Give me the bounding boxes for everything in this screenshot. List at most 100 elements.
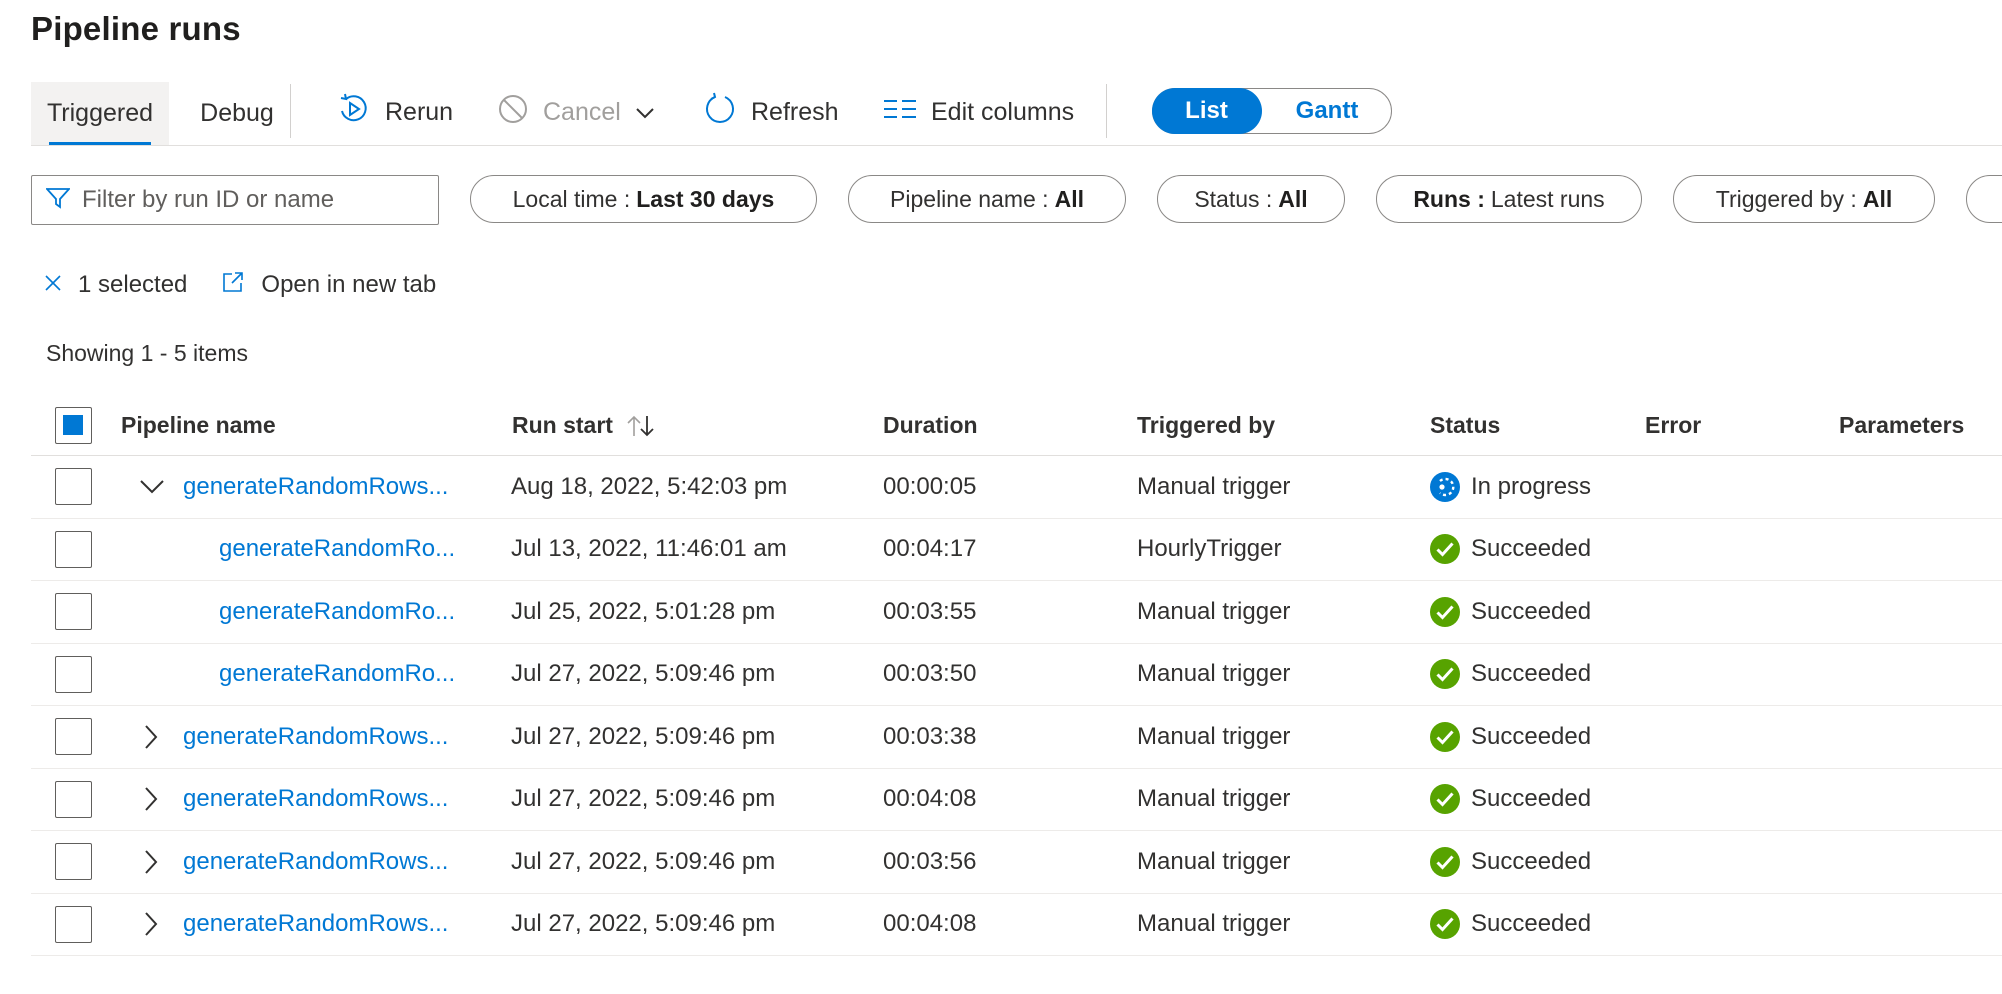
rerun-label: Rerun [385, 97, 454, 126]
gantt-view-option[interactable]: Gantt [1263, 88, 1391, 134]
table-row[interactable]: generateRandomRo... Jul 25, 2022, 5:01:2… [31, 581, 2002, 644]
pipeline-name-link[interactable]: generateRandomRows... [183, 769, 448, 831]
page-title: Pipeline runs [31, 10, 241, 47]
toolbar: Triggered Debug Rerun Cancel Refresh Edi… [31, 82, 2002, 146]
duration-cell: 00:00:05 [883, 472, 977, 500]
status-filter[interactable]: Status : All [1157, 175, 1345, 223]
status-cell: Succeeded [1429, 894, 1591, 956]
table-row[interactable]: generateRandomRo... Jul 13, 2022, 11:46:… [31, 519, 2002, 581]
run-start-cell: Jul 27, 2022, 5:09:46 pm [511, 847, 776, 875]
duration-cell: 00:03:55 [883, 597, 977, 625]
filter-value: All [1862, 185, 1893, 212]
column-header-parameters[interactable]: Parameters [1839, 396, 1964, 455]
row-checkbox[interactable] [55, 718, 92, 755]
expand-chevron-icon[interactable] [143, 831, 159, 893]
triggered-by-cell: Manual trigger [1137, 660, 1291, 688]
rerun-button[interactable]: Rerun [337, 90, 453, 134]
more-filter-pill[interactable] [1966, 175, 2002, 223]
pipeline-name-link[interactable]: generateRandomRo... [219, 644, 455, 706]
toolbar-divider [1106, 84, 1107, 138]
filter-value: Last 30 days [636, 185, 775, 212]
row-checkbox[interactable] [55, 843, 92, 880]
column-header-triggered-by[interactable]: Triggered by [1137, 396, 1275, 455]
pipeline-name-link[interactable]: generateRandomRows... [183, 831, 448, 893]
open-in-new-tab-button[interactable]: Open in new tab [221, 270, 436, 301]
chevron-down-icon [635, 98, 669, 127]
column-header-label: Run start [512, 412, 613, 438]
table-row[interactable]: generateRandomRows... Aug 18, 2022, 5:42… [31, 456, 2002, 519]
column-header-pipeline-name[interactable]: Pipeline name [121, 396, 276, 455]
runs-filter[interactable]: Runs : Latest runs [1376, 175, 1642, 223]
expand-chevron-icon[interactable] [143, 706, 159, 768]
row-checkbox[interactable] [55, 468, 92, 505]
table-row[interactable]: generateRandomRo... Jul 27, 2022, 5:09:4… [31, 644, 2002, 706]
clear-selection-icon[interactable] [44, 271, 62, 299]
success-check-icon [1429, 846, 1461, 878]
triggered-by-cell: Manual trigger [1137, 722, 1291, 750]
cancel-label: Cancel [543, 97, 621, 126]
select-all-checkbox[interactable] [55, 407, 92, 444]
list-view-option[interactable]: List [1151, 87, 1262, 134]
collapse-chevron-icon[interactable] [139, 456, 165, 518]
triggered-by-cell: Manual trigger [1137, 910, 1291, 938]
in-progress-icon [1429, 471, 1461, 503]
filter-icon [44, 187, 72, 214]
triggered-by-cell: Manual trigger [1137, 785, 1291, 813]
refresh-icon [703, 92, 751, 133]
duration-cell: 00:03:56 [883, 847, 977, 875]
filter-value: All [1054, 185, 1084, 212]
pipeline-runs-table: Pipeline name Run start Duration Trigger… [31, 396, 2002, 956]
status-cell: Succeeded [1429, 769, 1591, 831]
status-label: Succeeded [1471, 535, 1592, 563]
triggered-by-filter[interactable]: Triggered by : All [1673, 175, 1935, 223]
table-row[interactable]: generateRandomRows... Jul 27, 2022, 5:09… [31, 894, 2002, 956]
row-checkbox[interactable] [55, 530, 92, 568]
column-header-duration[interactable]: Duration [883, 396, 978, 455]
refresh-label: Refresh [751, 97, 839, 126]
status-label: Succeeded [1471, 722, 1592, 750]
tab-debug[interactable]: Debug [177, 82, 297, 145]
search-input[interactable] [82, 186, 412, 214]
row-checkbox[interactable] [55, 655, 92, 693]
row-checkbox[interactable] [55, 905, 92, 943]
table-row[interactable]: generateRandomRows... Jul 27, 2022, 5:09… [31, 769, 2002, 831]
pipeline-name-link[interactable]: generateRandomRows... [183, 706, 448, 768]
sort-icon [625, 414, 657, 438]
local-time-filter[interactable]: Local time : Last 30 days [470, 175, 817, 223]
pipeline-name-filter[interactable]: Pipeline name : All [848, 175, 1126, 223]
pipeline-name-link[interactable]: generateRandomRo... [219, 519, 455, 581]
expand-chevron-icon[interactable] [143, 894, 159, 956]
table-row[interactable]: generateRandomRows... Jul 27, 2022, 5:09… [31, 706, 2002, 769]
tab-triggered[interactable]: Triggered [31, 82, 169, 145]
row-checkbox[interactable] [55, 780, 92, 818]
run-start-cell: Jul 13, 2022, 11:46:01 am [511, 535, 787, 563]
open-in-new-tab-label: Open in new tab [261, 271, 437, 298]
column-header-error[interactable]: Error [1645, 396, 1701, 455]
run-start-cell: Jul 27, 2022, 5:09:46 pm [511, 722, 776, 750]
cancel-button[interactable]: Cancel [497, 90, 669, 134]
success-check-icon [1429, 596, 1461, 628]
status-cell: In progress [1429, 456, 1591, 518]
pipeline-name-link[interactable]: generateRandomRows... [183, 456, 448, 518]
items-count-text: Showing 1 - 5 items [46, 340, 248, 366]
success-check-icon [1429, 908, 1461, 940]
refresh-button[interactable]: Refresh [703, 90, 839, 134]
tab-label: Debug [200, 99, 274, 127]
status-cell: Succeeded [1429, 644, 1591, 706]
toolbar-divider [290, 84, 291, 138]
run-start-cell: Aug 18, 2022, 5:42:03 pm [511, 472, 788, 500]
tab-label: Triggered [46, 99, 154, 127]
row-checkbox[interactable] [55, 593, 92, 630]
status-label: In progress [1471, 472, 1592, 500]
expand-chevron-icon[interactable] [143, 769, 159, 831]
status-cell: Succeeded [1429, 581, 1591, 643]
pipeline-name-link[interactable]: generateRandomRo... [219, 581, 455, 643]
table-row[interactable]: generateRandomRows... Jul 27, 2022, 5:09… [31, 831, 2002, 894]
column-header-run-start[interactable]: Run start [512, 396, 657, 455]
table-header-row: Pipeline name Run start Duration Trigger… [31, 396, 2002, 456]
filter-value: Latest runs [1490, 185, 1605, 212]
columns-icon [883, 97, 931, 128]
edit-columns-button[interactable]: Edit columns [883, 90, 1074, 134]
column-header-status[interactable]: Status [1430, 396, 1500, 455]
pipeline-name-link[interactable]: generateRandomRows... [183, 894, 448, 956]
